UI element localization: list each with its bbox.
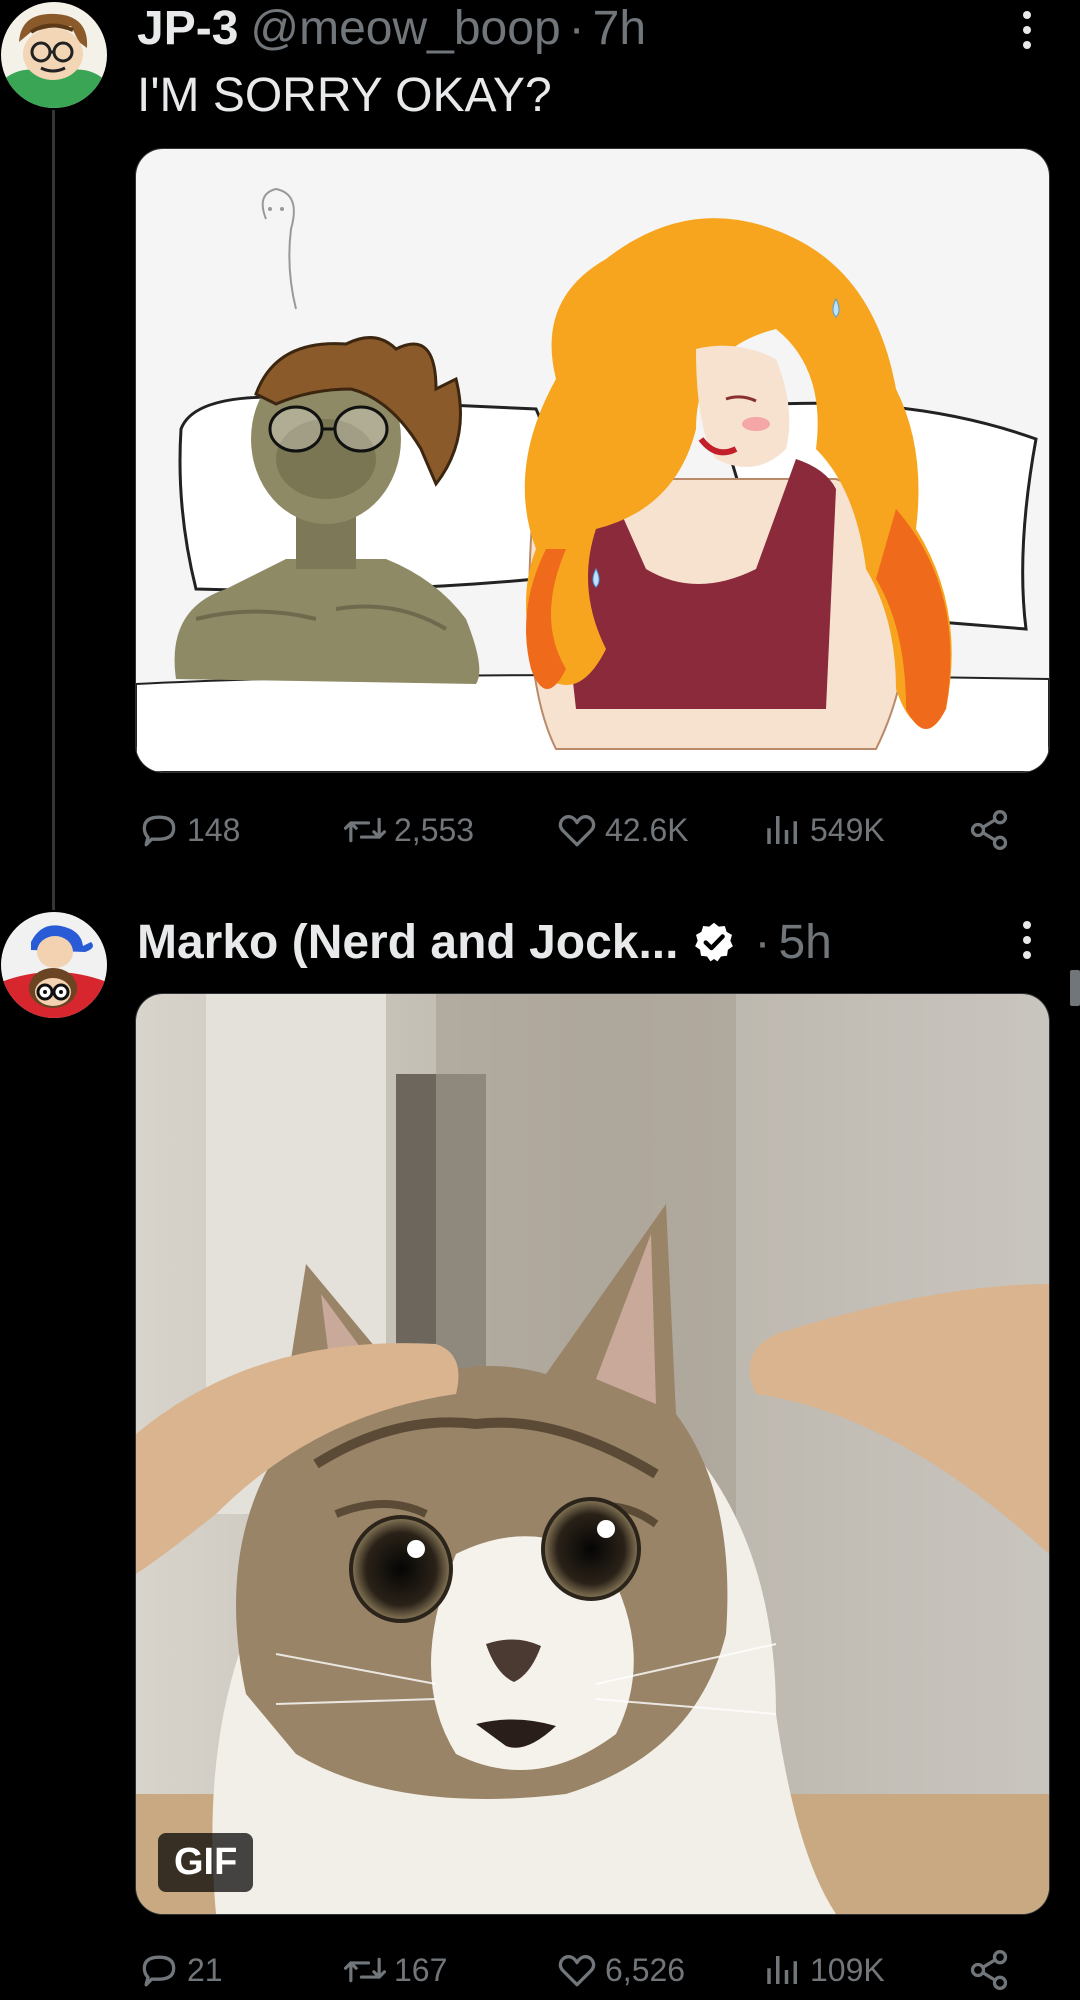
bar-chart-icon [767, 1956, 797, 1984]
views-button[interactable]: 109K [762, 1940, 885, 2000]
tweet-image[interactable] [135, 148, 1050, 773]
avatar[interactable] [1, 2, 107, 108]
verified-badge-icon [695, 922, 734, 962]
views-button[interactable]: 549K [762, 800, 885, 860]
illustration-image [136, 149, 1049, 772]
share-nodes-icon [970, 1950, 1008, 1990]
speech-bubble-icon [142, 815, 176, 847]
repost-arrows-icon [343, 817, 387, 843]
repost-button[interactable]: 167 [342, 1940, 447, 2000]
repost-count: 2,553 [394, 811, 475, 848]
cat-gif-image [136, 994, 1049, 1914]
share-button[interactable] [967, 1940, 1011, 2000]
separator-dot: · [568, 1, 585, 55]
vertical-ellipsis-icon [1023, 921, 1031, 929]
views-count: 549K [810, 811, 885, 848]
repost-arrows-icon [343, 1957, 387, 1983]
gif-badge: GIF [158, 1833, 254, 1892]
tweet-actions: 148 2,553 42.6K 549K [137, 800, 1017, 860]
tweet-header: Marko (Nerd and Jock... · 5h [137, 910, 1040, 974]
more-options-button[interactable] [1012, 0, 1042, 60]
reply-button[interactable]: 21 [137, 1940, 223, 2000]
bar-chart-icon [767, 816, 797, 844]
separator-dot: · [754, 915, 771, 969]
heart-icon [558, 1955, 596, 1987]
tweet-text: I'M SORRY OKAY? [137, 69, 552, 122]
repost-button[interactable]: 2,553 [342, 800, 474, 860]
display-name[interactable]: Marko (Nerd and Jock... [137, 915, 678, 970]
reply-count: 21 [187, 1951, 223, 1988]
reply-count: 148 [187, 811, 241, 848]
timestamp[interactable]: 7h [593, 1, 646, 56]
heart-icon [558, 815, 596, 847]
like-count: 6,526 [605, 1951, 686, 1988]
timestamp[interactable]: 5h [778, 915, 831, 970]
tweet-header: JP-3 @meow_boop · 7h [137, 0, 1040, 56]
like-count: 42.6K [605, 811, 689, 848]
user-handle[interactable]: @meow_boop [250, 1, 560, 56]
share-button[interactable] [967, 800, 1011, 860]
speech-bubble-icon [142, 1955, 176, 1987]
thread-connector-line [52, 110, 55, 910]
vertical-ellipsis-icon [1023, 11, 1031, 19]
repost-count: 167 [394, 1951, 448, 1988]
reply-button[interactable]: 148 [137, 800, 240, 860]
display-name[interactable]: JP-3 [137, 1, 238, 56]
avatar[interactable] [1, 912, 107, 1018]
tweet-gif[interactable]: GIF [135, 993, 1050, 1915]
views-count: 109K [810, 1951, 885, 1988]
tweet-actions: 21 167 6,526 109K [137, 1940, 1017, 2000]
share-nodes-icon [970, 810, 1008, 850]
more-options-button[interactable] [1012, 910, 1042, 970]
like-button[interactable]: 6,526 [555, 1940, 685, 2000]
like-button[interactable]: 42.6K [555, 800, 689, 860]
scrollbar-thumb[interactable] [1070, 970, 1080, 1006]
